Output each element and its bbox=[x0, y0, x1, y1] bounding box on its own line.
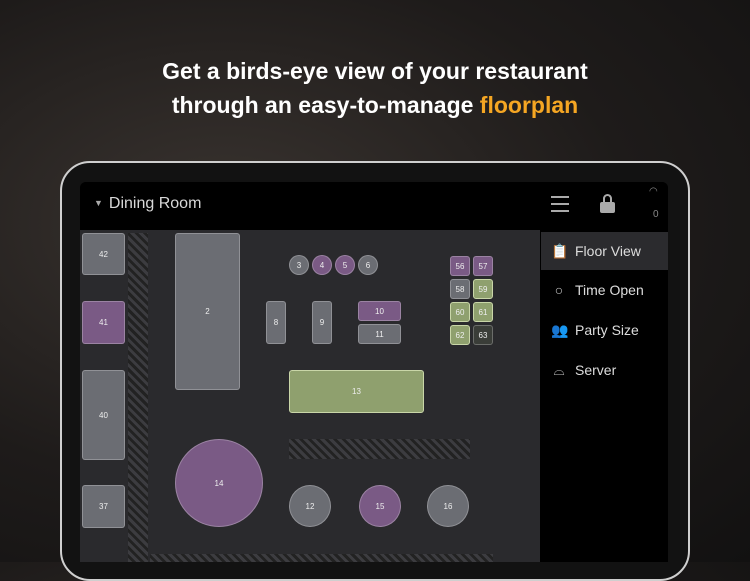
sidebar-item-floor-view[interactable]: 📋 Floor View bbox=[541, 232, 668, 270]
table-15[interactable]: 15 bbox=[359, 485, 401, 527]
app-screen: ▼ Dining Room ◠ 0 42 41 40 37 2 3 4 5 6 8… bbox=[80, 182, 668, 562]
room-name: Dining Room bbox=[108, 195, 202, 212]
people-icon: 👥 bbox=[551, 321, 569, 338]
table-62[interactable]: 62 bbox=[450, 325, 470, 345]
sidebar-item-time-open[interactable]: ○ Time Open bbox=[541, 270, 668, 310]
sidebar-item-party-size[interactable]: 👥 Party Size bbox=[541, 310, 668, 350]
table-42[interactable]: 42 bbox=[82, 233, 125, 275]
room-selector[interactable]: ▼ Dining Room bbox=[94, 195, 201, 213]
table-4[interactable]: 4 bbox=[312, 255, 332, 275]
table-16[interactable]: 16 bbox=[427, 485, 469, 527]
table-14[interactable]: 14 bbox=[175, 439, 263, 527]
table-59[interactable]: 59 bbox=[473, 279, 493, 299]
wall bbox=[128, 233, 148, 562]
floorplan: 42 41 40 37 2 3 4 5 6 8 9 10 11 56 57 58… bbox=[80, 230, 540, 562]
headline-highlight: floorplan bbox=[479, 92, 579, 118]
sidebar-label: Floor View bbox=[575, 243, 641, 259]
table-41[interactable]: 41 bbox=[82, 301, 125, 344]
table-57[interactable]: 57 bbox=[473, 256, 493, 276]
table-13[interactable]: 13 bbox=[289, 370, 424, 413]
sidebar-label: Party Size bbox=[575, 322, 639, 338]
clipboard-icon: 📋 bbox=[551, 242, 569, 259]
menu-icon[interactable] bbox=[551, 196, 569, 212]
table-56[interactable]: 56 bbox=[450, 256, 470, 276]
table-37[interactable]: 37 bbox=[82, 485, 125, 528]
caret-down-icon: ▼ bbox=[94, 198, 103, 208]
sidebar-label: Server bbox=[575, 362, 617, 378]
table-2[interactable]: 2 bbox=[175, 233, 240, 390]
online-count: 0 bbox=[653, 209, 659, 220]
top-bar: ▼ Dining Room ◠ 0 bbox=[80, 182, 668, 230]
table-10[interactable]: 10 bbox=[358, 301, 401, 321]
lock-icon[interactable] bbox=[600, 194, 615, 214]
sidebar-label: Time Open bbox=[575, 282, 644, 298]
table-58[interactable]: 58 bbox=[450, 279, 470, 299]
table-8[interactable]: 8 bbox=[266, 301, 286, 344]
table-11[interactable]: 11 bbox=[358, 324, 401, 344]
table-6[interactable]: 6 bbox=[358, 255, 378, 275]
wall bbox=[150, 554, 493, 562]
table-60[interactable]: 60 bbox=[450, 302, 470, 322]
table-40[interactable]: 40 bbox=[82, 370, 125, 460]
table-12[interactable]: 12 bbox=[289, 485, 331, 527]
circle-icon: ○ bbox=[554, 282, 564, 298]
table-63[interactable]: 63 bbox=[473, 325, 493, 345]
headline: Get a birds-eye view of your restaurant … bbox=[0, 54, 750, 122]
table-3[interactable]: 3 bbox=[289, 255, 309, 275]
table-61[interactable]: 61 bbox=[473, 302, 493, 322]
sidebar-item-server[interactable]: ⌓ Server bbox=[541, 350, 668, 390]
wifi-icon: ◠ bbox=[649, 186, 658, 197]
table-9[interactable]: 9 bbox=[312, 301, 332, 344]
view-sidebar: 📋 Floor View ○ Time Open 👥 Party Size ⌓ Serv… bbox=[541, 230, 668, 562]
headline-line1: Get a birds-eye view of your restaurant bbox=[162, 58, 588, 84]
table-5[interactable]: 5 bbox=[335, 255, 355, 275]
headline-line2: through an easy-to-manage bbox=[171, 92, 480, 118]
wall bbox=[289, 439, 470, 459]
service-bell-icon: ⌓ bbox=[553, 361, 565, 378]
